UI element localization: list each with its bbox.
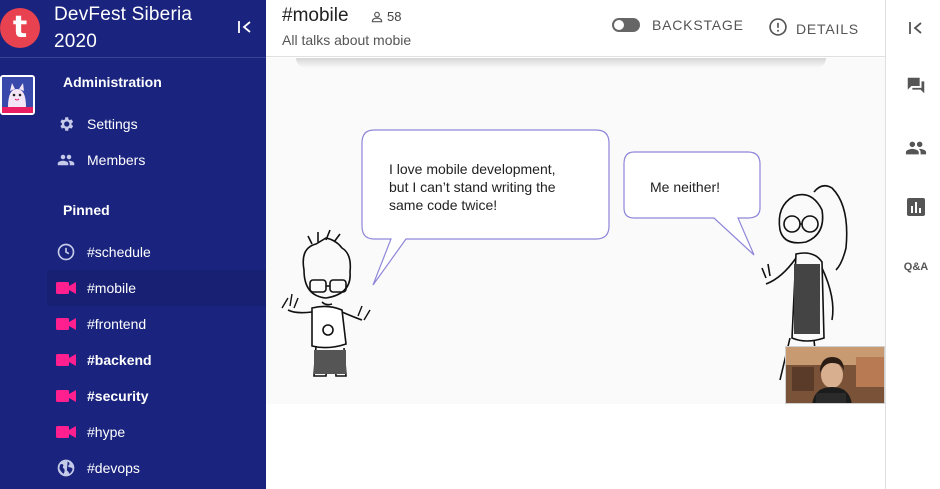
chat-icon[interactable] [904,74,928,98]
details-label: DETAILS [796,20,859,37]
sidebar-item-label: #security [87,388,149,404]
channel-sidebar: DevFest Siberia 2020 Administration Sett… [47,0,266,489]
sidebar-item-frontend[interactable]: #frontend [47,306,266,342]
video-camera-icon [56,350,76,370]
sidebar-item-backend[interactable]: #backend [47,342,266,378]
globe-icon [56,458,76,478]
sidebar-item-label: #hype [87,424,126,440]
member-count[interactable]: 58 [370,9,401,24]
toggle-switch[interactable] [612,18,640,32]
collapse-left-icon[interactable] [904,16,928,40]
gear-icon [56,114,76,134]
sidebar-item-label: #devops [87,460,140,476]
backstage-toggle[interactable]: BACKSTAGE [612,17,744,33]
workspace-rail: t [0,0,47,489]
channel-header: #mobile 58 All talks about mobie BACKSTA… [266,0,885,57]
sidebar-item-label: #schedule [87,244,151,260]
sidebar-item-label: #backend [87,352,152,368]
person-icon [371,11,383,22]
member-count-value: 58 [387,9,402,24]
sidebar-item-members[interactable]: Members [47,142,266,178]
backstage-label: BACKSTAGE [652,17,744,33]
sidebar-item-label: #mobile [87,280,137,296]
qa-icon[interactable]: Q&A [904,255,928,279]
collapse-left-icon [238,21,251,33]
bubble-line: same code twice! [389,197,498,213]
presentation-slide: I love mobile development, but I can’t s… [266,58,885,404]
sidebar-item-schedule[interactable]: #schedule [47,234,266,270]
details-button[interactable]: DETAILS [768,17,859,40]
video-camera-icon [56,422,76,442]
speech-bubble-left: I love mobile development, but I can’t s… [389,160,556,214]
cat-illustration [2,77,33,113]
speech-bubble-right: Me neither! [650,179,721,195]
sidebar-item-label: #frontend [87,316,147,332]
bubble-line: I love mobile development, [389,161,556,177]
stream-stage: I love mobile development, but I can’t s… [266,58,885,489]
sidebar-item-devops[interactable]: #devops [47,450,266,486]
info-circle-icon [768,17,788,40]
right-panel-rail: Q&A [885,0,940,489]
video-camera-icon [56,278,76,298]
bubble-line: but I can’t stand writing the [389,179,556,195]
organization-avatar[interactable] [0,75,35,115]
poll-chart-icon[interactable] [904,195,928,219]
sidebar-item-mobile[interactable]: #mobile [47,270,266,306]
collapse-sidebar-button[interactable] [234,16,256,38]
people-icon [56,150,76,170]
qa-label: Q&A [903,261,929,273]
pinned-header: Pinned [63,202,110,218]
speaker-video-tile[interactable] [785,346,885,404]
event-title: DevFest Siberia 2020 [54,4,193,52]
clock-icon [56,242,76,262]
speaker-camera-feed [786,347,884,403]
sidebar-item-settings[interactable]: Settings [47,106,266,142]
channel-description: All talks about mobie [282,32,412,48]
video-camera-icon [56,314,76,334]
video-camera-icon [56,386,76,406]
sidebar-item-hype[interactable]: #hype [47,414,266,450]
channel-title: #mobile [282,5,349,26]
sidebar-item-label: Members [87,152,146,168]
sidebar-divider [47,57,266,58]
sidebar-item-security[interactable]: #security [47,378,266,414]
app-root: t DevFest Siberia 2020 Administration Se… [0,0,940,489]
people-icon[interactable] [904,136,928,160]
app-logo[interactable]: t [0,8,40,48]
administration-header: Administration [63,74,162,90]
rail-divider [0,57,47,58]
sidebar-item-label: Settings [87,116,138,132]
